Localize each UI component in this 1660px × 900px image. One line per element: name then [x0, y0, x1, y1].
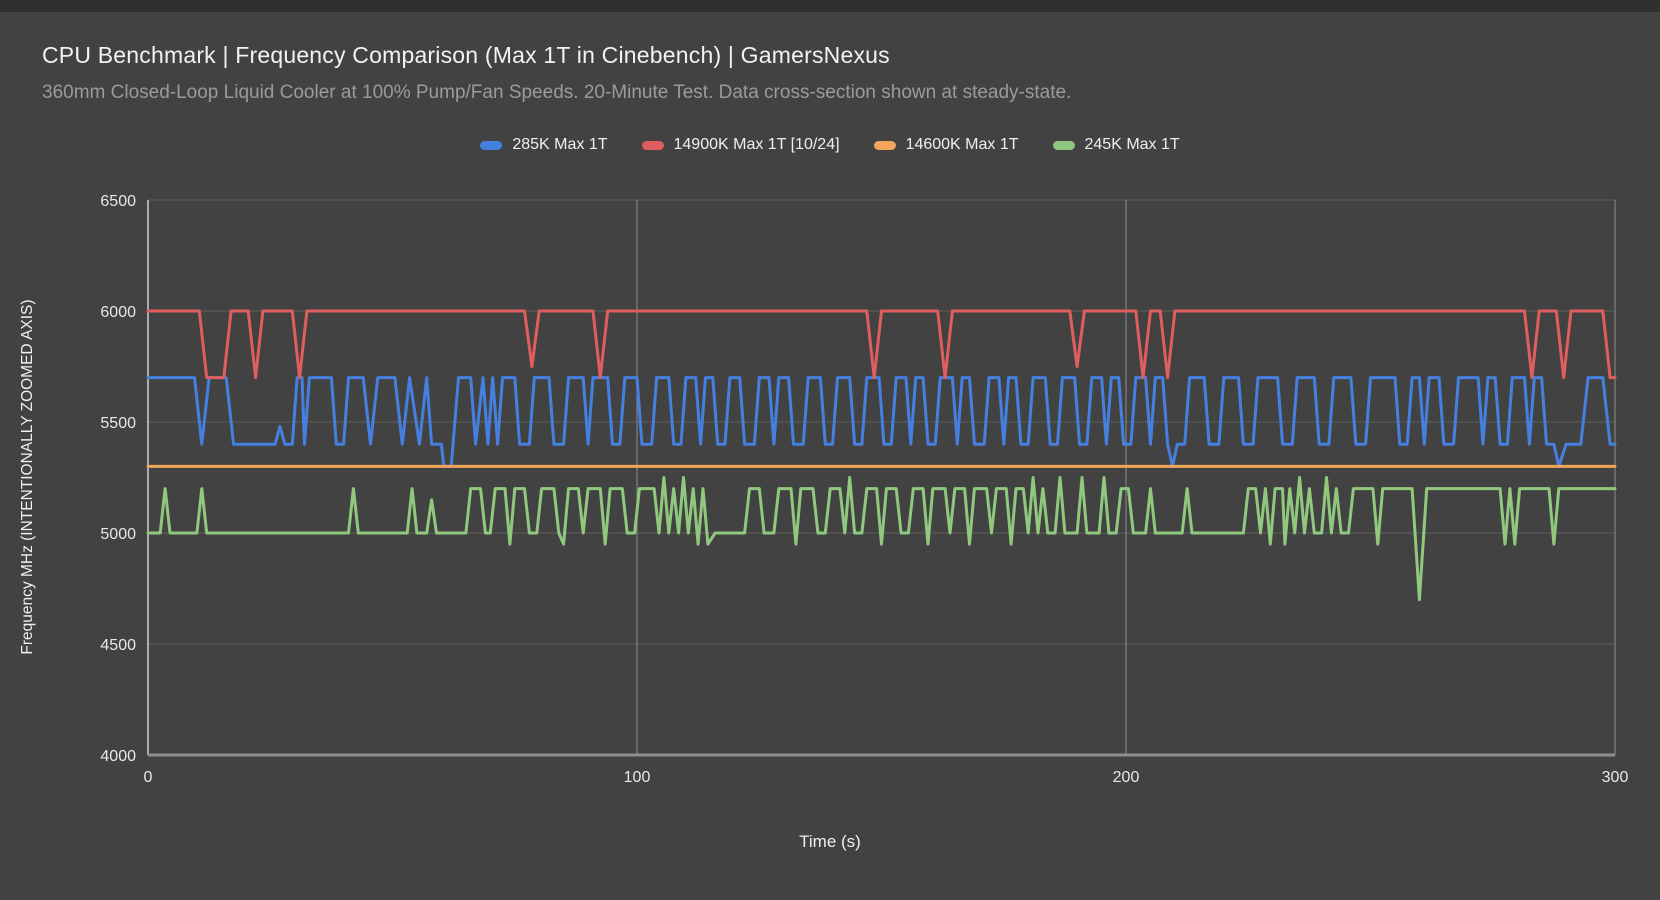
x-tick-label: 300 — [1602, 769, 1629, 786]
chart-page: CPU Benchmark | Frequency Comparison (Ma… — [0, 0, 1660, 900]
y-tick-label: 5000 — [100, 526, 136, 543]
x-tick-label: 100 — [624, 769, 651, 786]
y-tick-label: 4000 — [100, 748, 136, 765]
y-tick-label: 4500 — [100, 637, 136, 654]
y-tick-label: 6500 — [100, 193, 136, 210]
x-tick-label: 200 — [1113, 769, 1140, 786]
y-tick-label: 6000 — [100, 304, 136, 321]
series-line-14900k-max-1t-10-24- — [148, 311, 1615, 378]
chart-svg: 4000 4500 5000 5500 6000 6500 0 100 200 300 — [0, 0, 1660, 900]
series-line-245k-max-1t — [148, 478, 1615, 600]
x-tick-label: 0 — [144, 769, 153, 786]
y-tick-label: 5500 — [100, 415, 136, 432]
y-axis-title: Frequency MHz (INTENTIONALLY ZOOMED AXIS… — [19, 292, 37, 662]
x-axis-title: Time (s) — [0, 832, 1660, 852]
